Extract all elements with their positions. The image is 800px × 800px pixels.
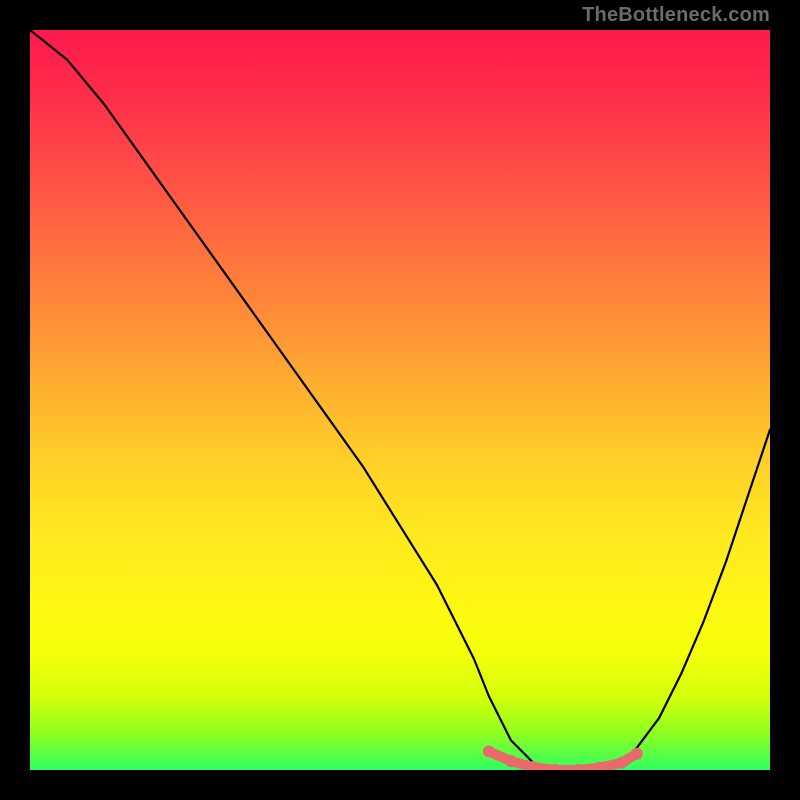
chart-svg: [30, 30, 770, 770]
chart-container: TheBottleneck.com: [0, 0, 800, 800]
attribution-label: TheBottleneck.com: [582, 4, 770, 27]
plot-area: [30, 30, 770, 770]
bottleneck-curve: [30, 30, 770, 770]
optimal-band-marker: [483, 746, 643, 771]
